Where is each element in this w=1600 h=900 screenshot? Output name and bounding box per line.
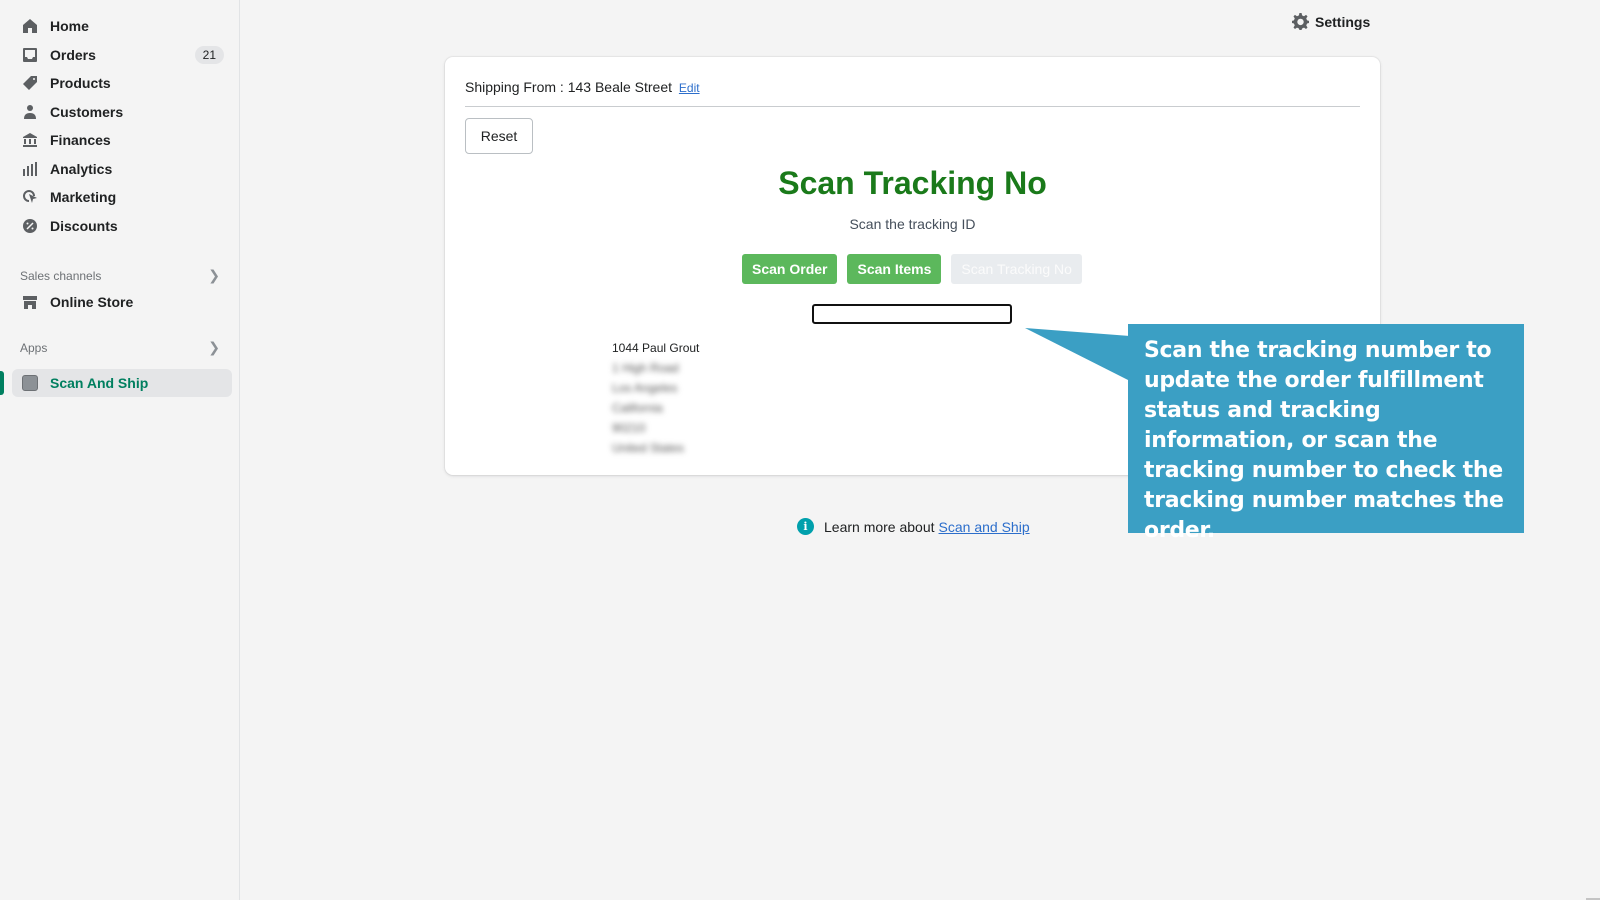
sidebar-item-finances[interactable]: Finances: [12, 126, 232, 154]
sales-channels-section: Sales channels ❯: [20, 267, 220, 284]
sidebar-item-label: Marketing: [50, 189, 117, 205]
sales-channels-label: Sales channels: [20, 268, 102, 283]
scan-items-button[interactable]: Scan Items: [847, 254, 942, 284]
sidebar-item-online-store[interactable]: Online Store: [12, 288, 232, 316]
divider: [465, 106, 1360, 107]
sidebar-item-label: Products: [50, 75, 111, 91]
help-footer: i Learn more about Scan and Ship: [797, 518, 1030, 535]
sidebar-item-label: Home: [50, 18, 89, 34]
sidebar-item-label: Analytics: [50, 161, 113, 177]
apps-label: Apps: [20, 340, 48, 355]
bank-icon: [22, 132, 38, 148]
sidebar-item-home[interactable]: Home: [12, 12, 232, 40]
sidebar-item-label: Online Store: [50, 294, 134, 310]
shipping-from-text: Shipping From : 143 Beale Street: [465, 79, 673, 95]
store-icon: [22, 294, 38, 310]
address-line: Los Angeles: [612, 381, 678, 395]
settings-label: Settings: [1315, 13, 1371, 30]
chevron-right-icon[interactable]: ❯: [208, 339, 220, 356]
sidebar-item-label: Discounts: [50, 218, 118, 234]
bar-chart-icon: [22, 161, 38, 177]
tracking-scan-input[interactable]: [812, 304, 1012, 324]
scan-tracking-no-button: Scan Tracking No: [951, 254, 1082, 284]
help-text: Learn more about: [824, 518, 935, 535]
sidebar-item-products[interactable]: Products: [12, 69, 232, 97]
home-icon: [22, 18, 38, 34]
chevron-right-icon[interactable]: ❯: [208, 267, 220, 284]
orders-icon: [22, 47, 38, 63]
info-icon: i: [797, 518, 814, 535]
sidebar-item-scan-and-ship[interactable]: Scan And Ship: [12, 369, 232, 397]
shipping-from: Shipping From : 143 Beale Street Edit: [465, 79, 700, 95]
scan-order-button[interactable]: Scan Order: [742, 254, 838, 284]
settings-button[interactable]: Settings: [1292, 13, 1370, 30]
address-line: California: [612, 401, 663, 415]
sidebar-item-discounts[interactable]: Discounts: [12, 212, 232, 240]
discount-icon: [22, 218, 38, 234]
mode-buttons: Scan Order Scan Items Scan Tracking No: [742, 254, 1082, 284]
sidebar-item-marketing[interactable]: Marketing: [12, 183, 232, 211]
address-line: United States: [612, 441, 685, 455]
app-icon: [22, 375, 38, 391]
sidebar-item-label: Scan And Ship: [50, 375, 149, 391]
edit-link[interactable]: Edit: [679, 81, 700, 95]
sidebar-item-orders[interactable]: Orders 21: [12, 41, 232, 69]
tag-icon: [22, 75, 38, 91]
target-icon: [22, 189, 38, 205]
address-line: 1 High Road: [612, 361, 679, 375]
sidebar-item-analytics[interactable]: Analytics: [12, 155, 232, 183]
page-subtitle: Scan the tracking ID: [849, 216, 976, 232]
apps-section: Apps ❯: [20, 339, 220, 356]
sidebar-item-customers[interactable]: Customers: [12, 98, 232, 126]
scan-and-ship-link[interactable]: Scan and Ship: [939, 519, 1030, 535]
sidebar-item-label: Orders: [50, 47, 96, 63]
gear-icon: [1292, 13, 1309, 30]
orders-count-badge: 21: [194, 46, 224, 64]
reset-button[interactable]: Reset: [465, 118, 533, 154]
customer-address: 1044 Paul Grout 1 High Road Los Angeles …: [612, 338, 699, 458]
sidebar-item-label: Customers: [50, 104, 124, 120]
address-line: 90210: [612, 421, 646, 435]
sidebar: Home Orders 21 Products Customers Financ…: [0, 0, 240, 900]
address-name: 1044 Paul Grout: [612, 341, 700, 355]
sidebar-item-label: Finances: [50, 132, 111, 148]
callout-pointer: [1025, 328, 1130, 381]
active-indicator: [0, 371, 4, 395]
page-title: Scan Tracking No: [778, 165, 1047, 201]
person-icon: [22, 104, 38, 120]
tutorial-callout: Scan the tracking number to update the o…: [1128, 324, 1524, 543]
